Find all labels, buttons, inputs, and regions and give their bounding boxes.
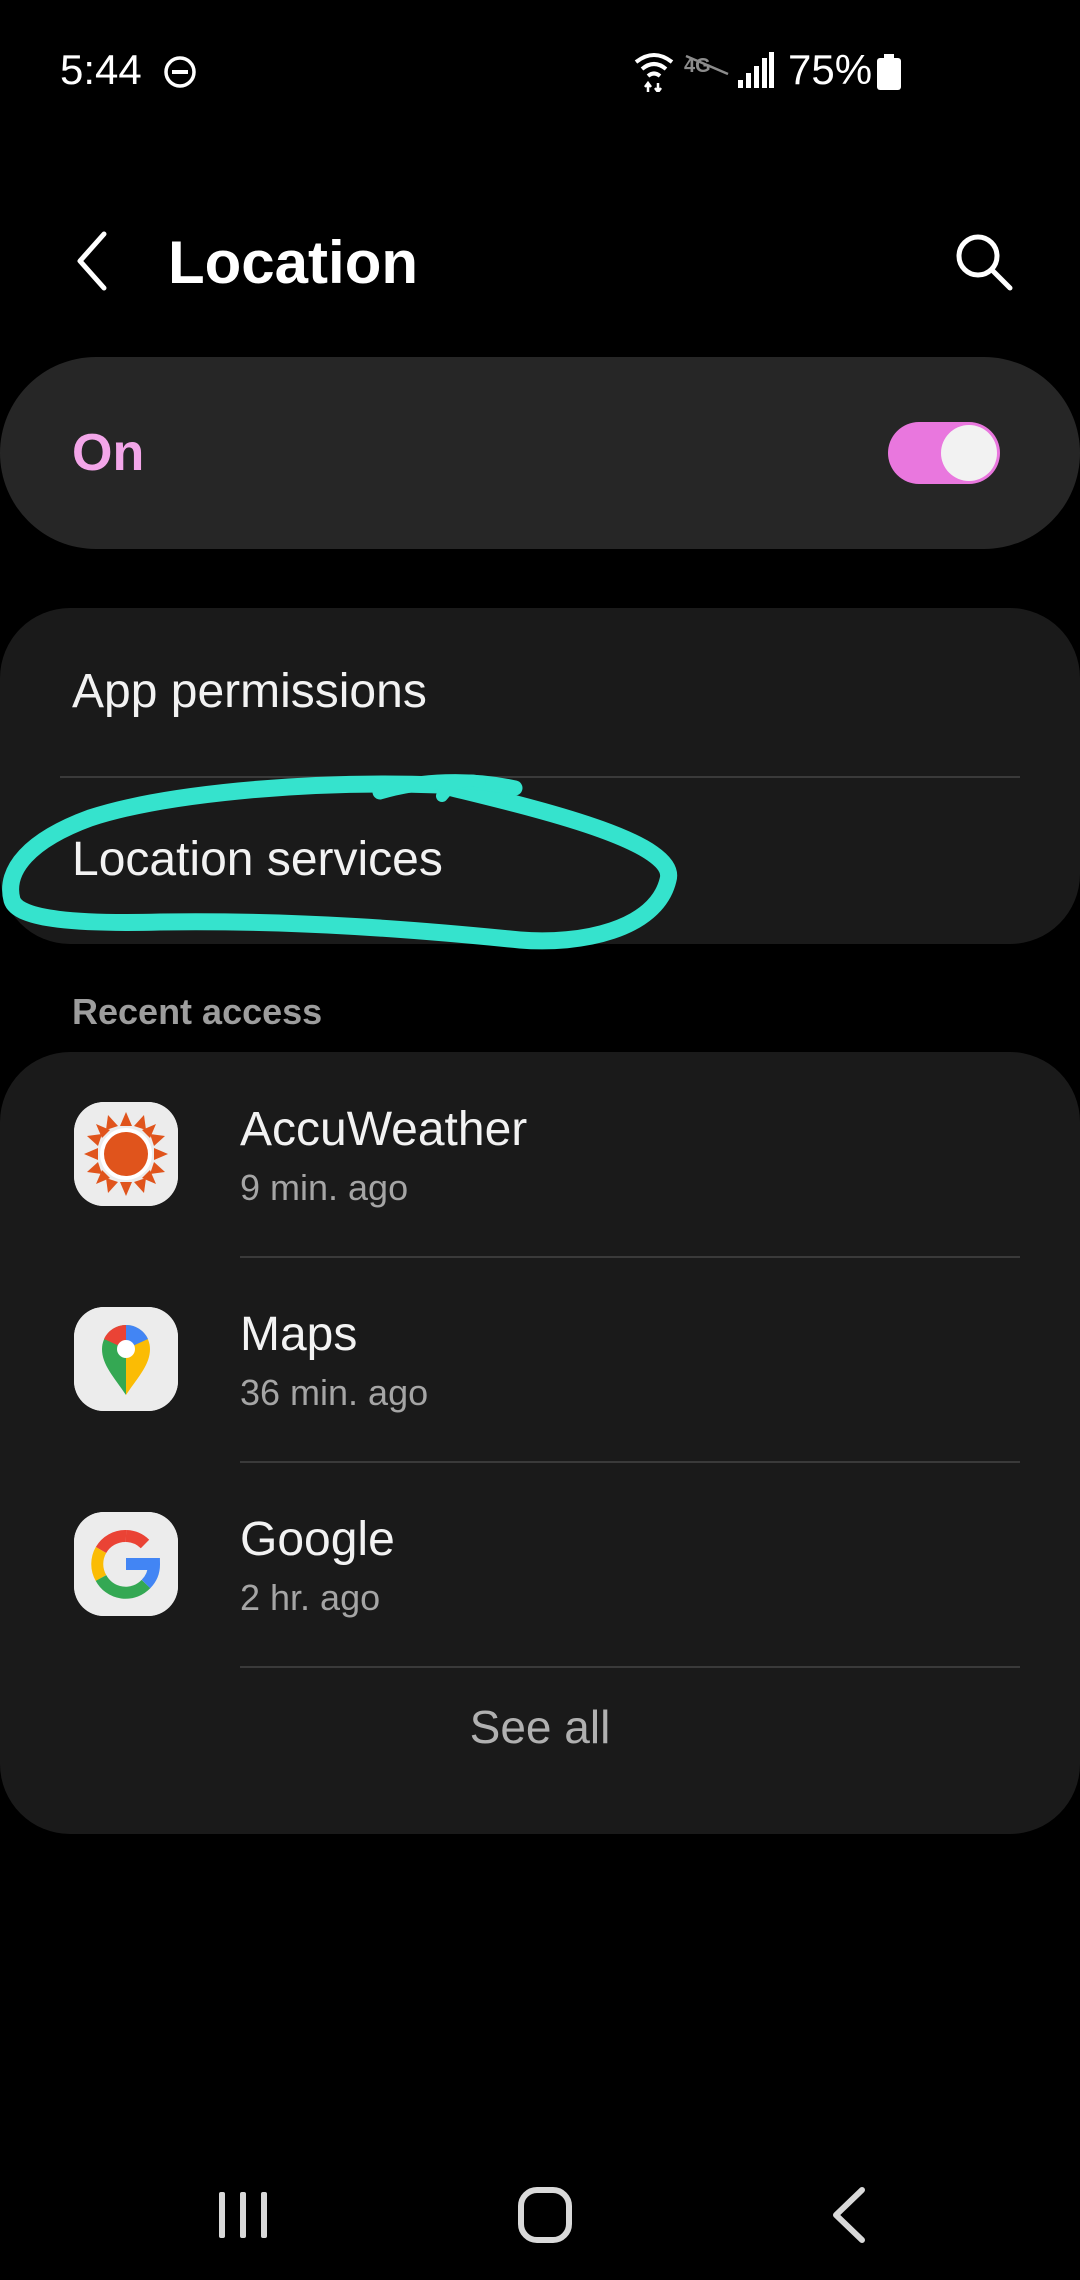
app-bar: Location bbox=[0, 200, 1080, 324]
app-name: AccuWeather bbox=[240, 1103, 528, 1156]
signal-icon bbox=[738, 52, 774, 88]
switch-knob bbox=[941, 425, 997, 481]
option-label: Location services bbox=[72, 833, 443, 886]
option-app-permissions[interactable]: App permissions bbox=[0, 608, 1080, 778]
home-icon[interactable] bbox=[505, 2180, 585, 2250]
accuweather-icon bbox=[74, 1102, 178, 1206]
navigation-bar bbox=[0, 2150, 1080, 2280]
option-location-services[interactable]: Location services bbox=[0, 776, 1080, 944]
app-name: Maps bbox=[240, 1308, 358, 1361]
app-time: 36 min. ago bbox=[240, 1372, 429, 1413]
toggle-label: On bbox=[72, 424, 145, 482]
app-time: 9 min. ago bbox=[240, 1167, 409, 1208]
location-master-toggle[interactable]: On bbox=[0, 357, 1080, 549]
status-time: 5:44 bbox=[60, 46, 142, 93]
recents-icon[interactable] bbox=[203, 2180, 283, 2250]
google-icon bbox=[74, 1512, 178, 1616]
do-not-disturb-icon bbox=[164, 56, 196, 88]
recent-access-header: Recent access bbox=[72, 991, 323, 1032]
chevron-left-icon[interactable] bbox=[68, 228, 118, 294]
wifi-icon bbox=[634, 53, 674, 92]
status-bar: 5:44 4G 75% bbox=[0, 0, 1080, 140]
recent-access-card: AccuWeather 9 min. ago Maps 36 min. ago bbox=[0, 1052, 1080, 1834]
battery-icon bbox=[877, 54, 901, 90]
back-icon[interactable] bbox=[810, 2180, 890, 2250]
location-options-card: App permissions Location services bbox=[0, 608, 1080, 944]
list-item[interactable]: AccuWeather 9 min. ago bbox=[0, 1052, 1080, 1258]
app-time: 2 hr. ago bbox=[240, 1577, 381, 1618]
battery-percent: 75% bbox=[788, 46, 873, 93]
see-all-button[interactable]: See all bbox=[0, 1667, 1080, 1787]
search-icon[interactable] bbox=[952, 230, 1014, 292]
option-label: App permissions bbox=[72, 665, 427, 718]
list-item[interactable]: Maps 36 min. ago bbox=[0, 1257, 1080, 1463]
google-maps-icon bbox=[74, 1307, 178, 1411]
4g-icon: 4G bbox=[684, 54, 729, 77]
app-name: Google bbox=[240, 1513, 395, 1566]
list-item[interactable]: Google 2 hr. ago bbox=[0, 1462, 1080, 1668]
page-title: Location bbox=[168, 229, 418, 296]
location-switch[interactable] bbox=[888, 422, 1000, 484]
